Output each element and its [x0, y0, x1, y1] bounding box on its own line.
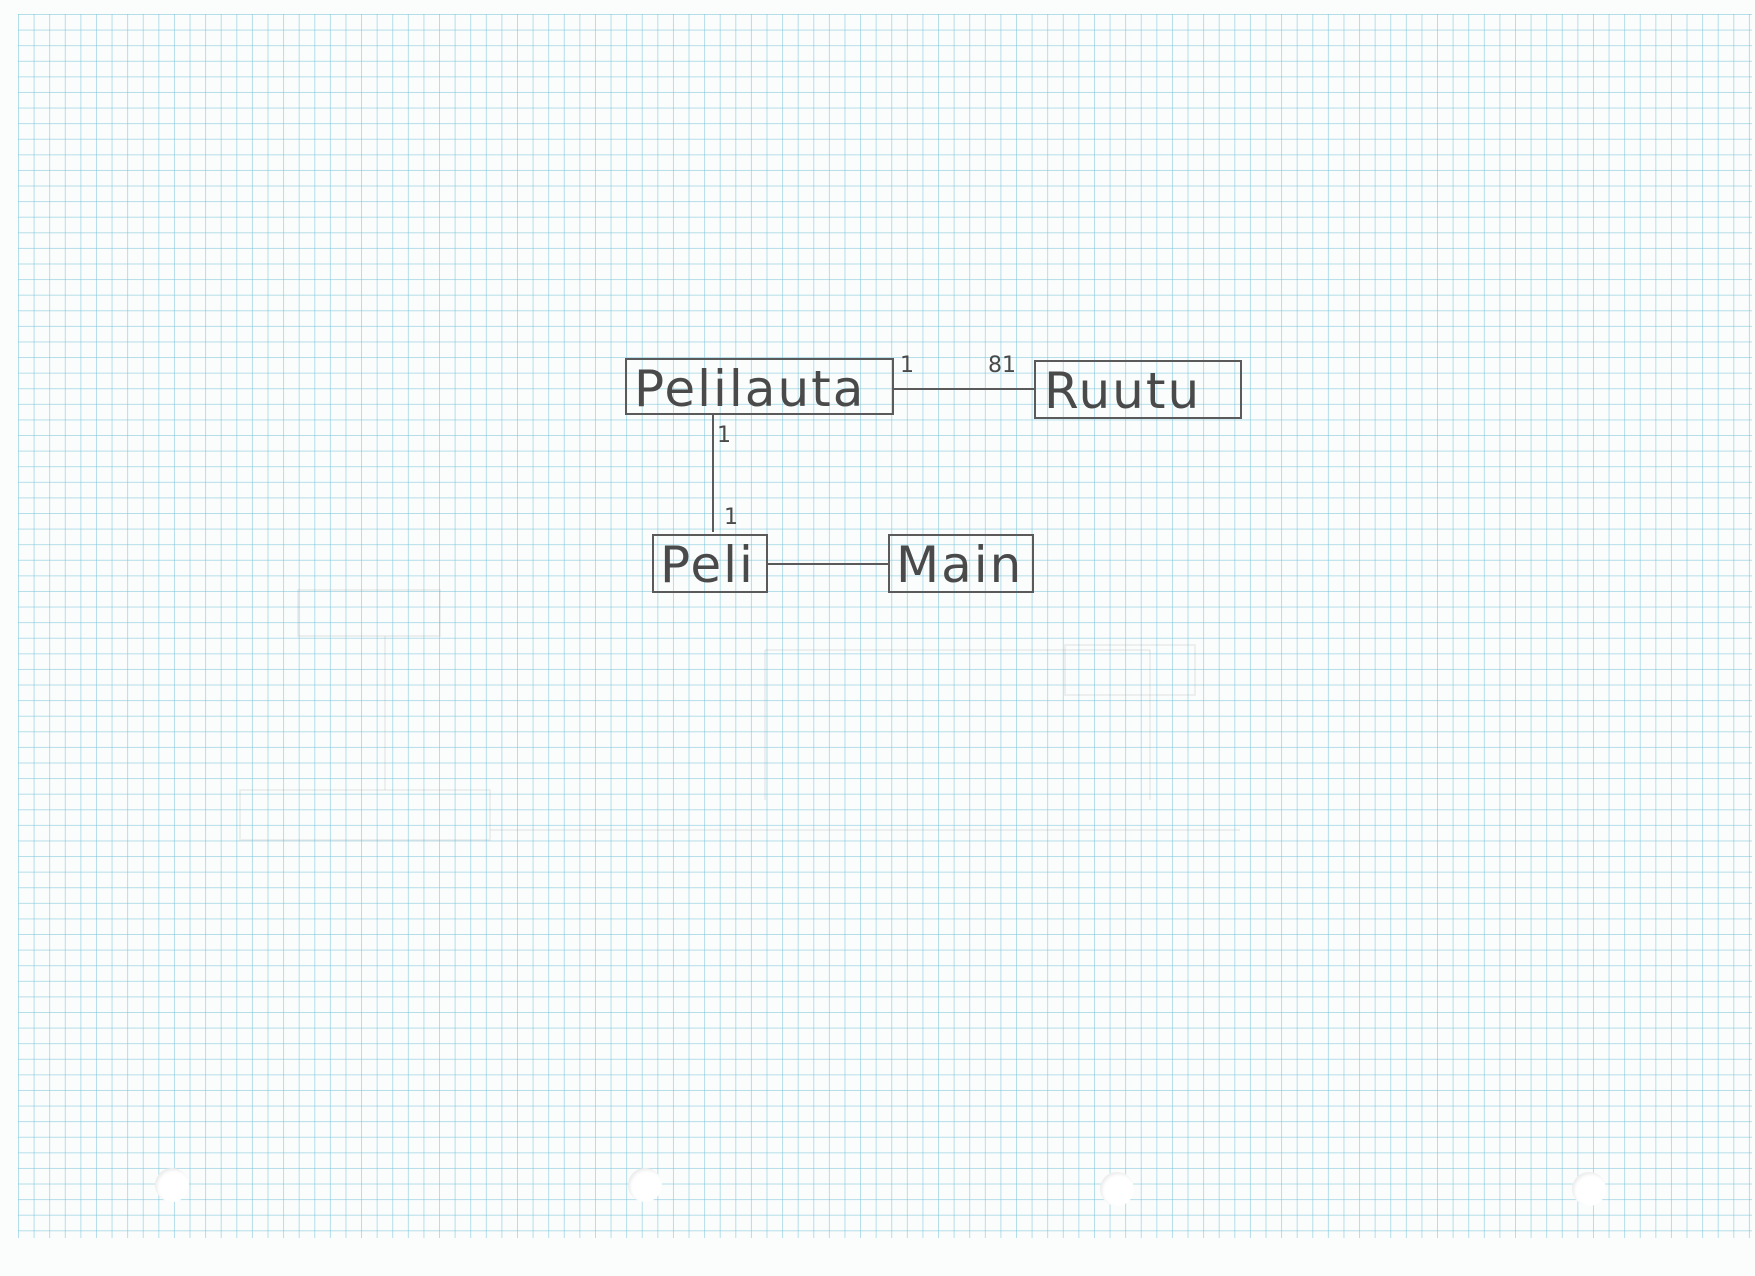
multiplicity-pelilauta-ruutu-far: 81 — [988, 353, 1016, 378]
show-through-sketch — [239, 589, 1240, 841]
class-ruutu: Ruutu — [1034, 360, 1242, 420]
class-peli: Peli — [652, 534, 768, 594]
class-pelilauta-label: Pelilauta — [634, 360, 865, 418]
class-ruutu-label: Ruutu — [1044, 362, 1201, 420]
multiplicity-pelilauta-ruutu-near: 1 — [900, 353, 914, 378]
multiplicity-pelilauta-peli-far: 1 — [724, 505, 738, 530]
class-main: Main — [888, 534, 1034, 594]
class-pelilauta: Pelilauta — [625, 358, 894, 418]
class-peli-label: Peli — [660, 536, 755, 594]
uml-class-diagram: Pelilauta Ruutu Peli Main 1 81 1 1 — [239, 353, 1242, 841]
class-main-label: Main — [896, 536, 1023, 594]
graph-paper-sheet: Pelilauta Ruutu Peli Main 1 81 1 1 — [0, 0, 1755, 1276]
multiplicity-pelilauta-peli-near: 1 — [717, 423, 731, 448]
